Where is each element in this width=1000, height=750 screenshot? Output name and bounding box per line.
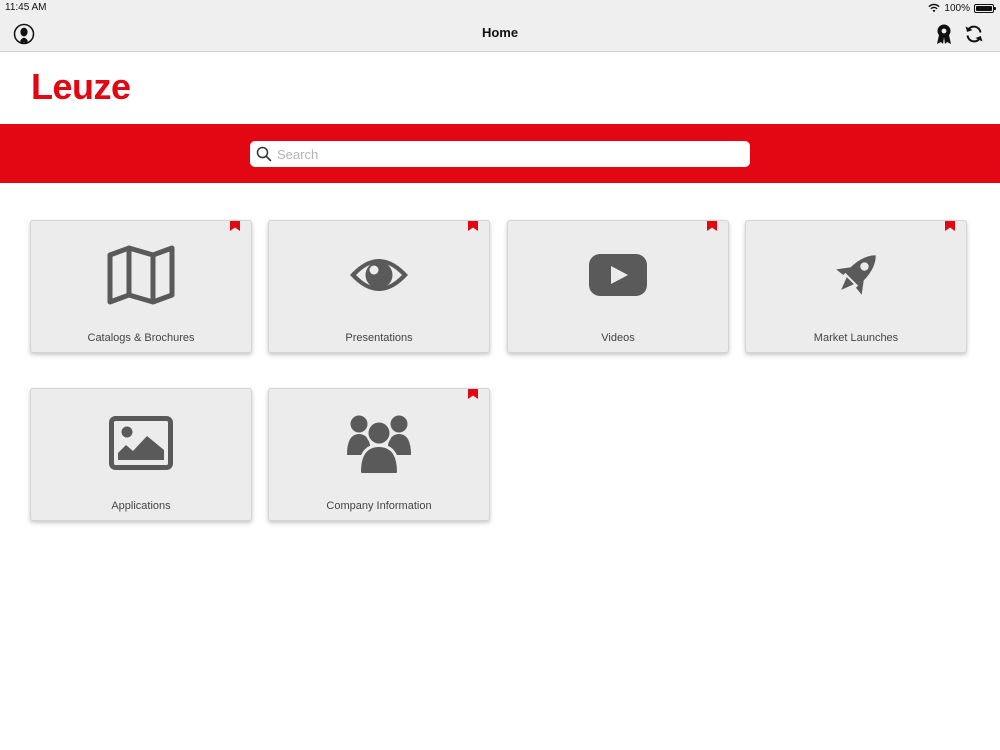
search-icon [256,146,272,162]
tile-label: Videos [601,332,635,344]
image-icon [31,411,251,475]
refresh-icon [965,25,983,43]
status-bar: 11:45 AM 100% [0,0,1000,16]
tile-label: Catalogs & Brochures [87,332,195,344]
tile-applications[interactable]: Applications [30,388,252,521]
page-title: Home [481,25,519,40]
search-input[interactable] [277,141,737,167]
bookmark-icon [230,221,240,231]
users-icon [269,411,489,475]
tile-company-information[interactable]: Company Information [268,388,490,521]
wifi-icon [928,3,941,13]
battery-icon [974,3,996,13]
rocket-icon [746,243,966,307]
header-logo-area: Leuze [0,52,1000,124]
award-button[interactable] [932,22,956,46]
tile-label: Market Launches [813,332,899,344]
bookmark-icon [468,389,478,399]
status-time: 11:45 AM [5,2,47,13]
bookmark-icon [945,221,955,231]
youtube-icon [508,243,728,307]
bookmark-icon [468,221,478,231]
tile-label: Applications [111,500,171,512]
tile-market-launches[interactable]: Market Launches [745,220,967,353]
tile-presentations[interactable]: Presentations [268,220,490,353]
search-band [0,124,1000,183]
eye-icon [269,243,489,307]
tile-videos[interactable]: Videos [507,220,729,353]
search-box[interactable] [250,141,750,167]
award-icon [937,24,951,44]
battery-percent: 100% [944,2,970,14]
bookmark-icon [707,221,717,231]
tile-catalogs-brochures[interactable]: Catalogs & Brochures [30,220,252,353]
tile-label: Company Information [326,500,432,512]
map-icon [31,243,251,307]
sync-button[interactable] [962,22,986,46]
tile-label: Presentations [345,332,413,344]
navigation-bar: Home [0,16,1000,52]
leuze-logo: Leuze [31,66,131,107]
status-indicators: 100% [928,1,996,15]
